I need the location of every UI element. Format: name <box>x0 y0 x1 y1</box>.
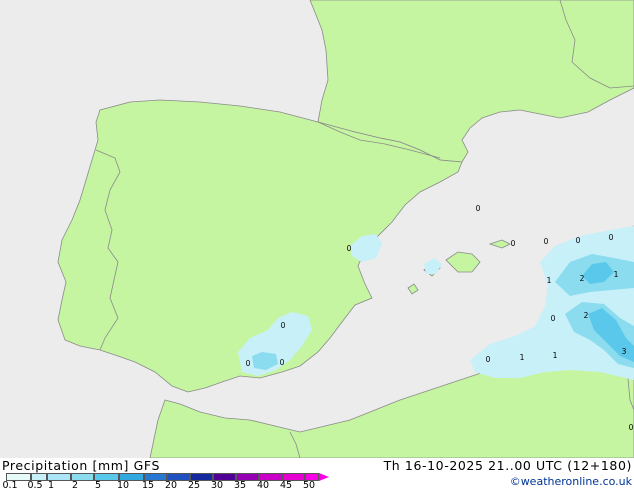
scale-tick-label: 1 <box>47 480 55 491</box>
legend-title-text: Precipitation [mm] <box>2 458 130 473</box>
scale-tick-label: 5 <box>94 480 102 491</box>
value-label: 0 <box>246 359 251 368</box>
scale-tick-label: 25 <box>187 480 201 491</box>
scale-tick-label: 10 <box>116 480 130 491</box>
value-label: 0 <box>511 239 516 248</box>
value-label: 0 <box>347 244 352 253</box>
scale-tick-label: 0.5 <box>27 480 43 491</box>
value-label: 1 <box>614 270 619 279</box>
scale-tick-label: 30 <box>210 480 224 491</box>
value-label: 1 <box>553 351 558 360</box>
legend-title: Precipitation [mm] GFS <box>2 458 160 473</box>
scale-tick-label: 15 <box>141 480 155 491</box>
color-scale-ticks: 0.1 0.5 1 2 5 10 15 20 25 30 35 40 45 50 <box>0 480 340 491</box>
value-label: 0 <box>281 321 286 330</box>
value-label: 0 <box>476 204 481 213</box>
value-label: 0 <box>551 314 556 323</box>
credit-link[interactable]: ©weatheronline.co.uk <box>510 475 632 488</box>
scale-tick-label: 45 <box>279 480 293 491</box>
legend-model: GFS <box>133 458 160 473</box>
value-label: 1 <box>547 276 552 285</box>
value-label: 0 <box>544 237 549 246</box>
scale-tick-label: 20 <box>164 480 178 491</box>
scale-tick-label: 35 <box>233 480 247 491</box>
scale-tick-label: 50 <box>302 480 316 491</box>
value-label: 0 <box>576 236 581 245</box>
value-label: 0 <box>280 358 285 367</box>
value-label: 3 <box>622 347 627 356</box>
value-label: 0 <box>486 355 491 364</box>
valid-time: Th 16-10-2025 21..00 UTC (12+180) <box>383 458 632 473</box>
value-label: 0 <box>629 423 634 432</box>
value-label: 2 <box>584 311 589 320</box>
scale-tick-label: 2 <box>71 480 79 491</box>
scale-tick-label: 40 <box>256 480 270 491</box>
scale-tick-label: 0.1 <box>2 480 18 491</box>
value-label: 2 <box>580 274 585 283</box>
legend: Precipitation [mm] GFS Th 16-10-2025 21.… <box>0 458 634 491</box>
value-label: 0 <box>609 233 614 242</box>
precipitation-map: 0 0 0 0 0 0 1 2 1 0 2 3 0 1 1 0 0 0 0 <box>0 0 634 458</box>
value-label: 1 <box>520 353 525 362</box>
